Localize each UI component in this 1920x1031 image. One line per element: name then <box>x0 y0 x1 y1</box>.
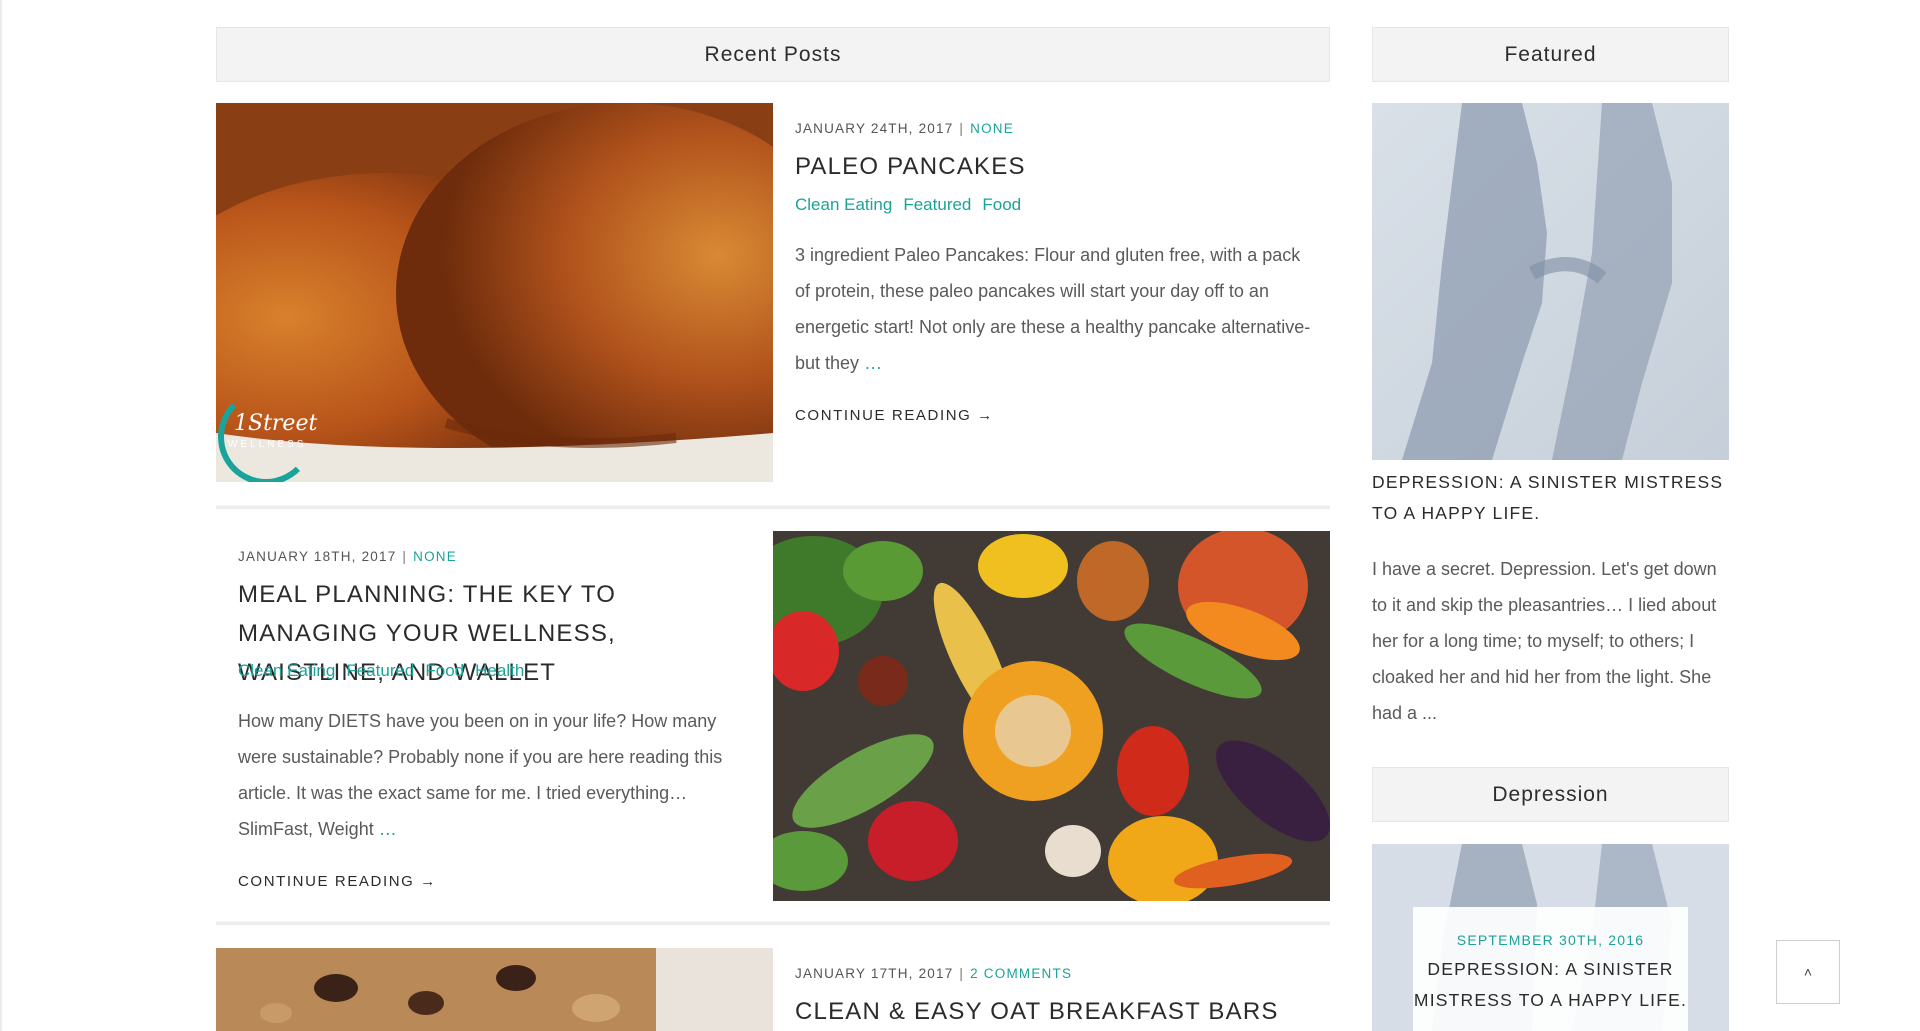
post-categories: Clean Eating Featured Food <box>795 195 1032 215</box>
featured-image[interactable] <box>1372 103 1729 460</box>
post-title-link[interactable]: CLEAN & EASY OAT BREAKFAST BARS <box>795 992 1315 1031</box>
depression-heading-text: Depression <box>1492 782 1609 806</box>
card-date: SEPTEMBER 30TH, 2016 <box>1456 932 1645 948</box>
logo-script-text: 1Street <box>234 411 318 436</box>
scroll-to-top-button[interactable]: ˄ <box>1776 940 1840 1004</box>
chevron-up-icon: ˄ <box>1803 964 1813 980</box>
post-image-oat-bars[interactable] <box>216 948 773 1031</box>
recent-posts-heading: Recent Posts <box>216 27 1330 82</box>
featured-heading: Featured <box>1372 27 1729 82</box>
read-more-link[interactable]: … <box>379 819 397 839</box>
post-title-link[interactable]: PALEO PANCAKES <box>795 147 1315 186</box>
meta-separator: | <box>402 549 408 564</box>
category-link[interactable]: Food <box>425 661 464 680</box>
category-link[interactable]: Featured <box>346 661 414 680</box>
post-date: JANUARY 17TH, 2017 <box>795 966 954 981</box>
post-meta-link[interactable]: NONE <box>970 121 1014 136</box>
meta-separator: | <box>959 121 965 136</box>
continue-reading-link[interactable]: CONTINUE READING → <box>795 407 994 424</box>
shadow-couple-photo <box>1372 103 1729 460</box>
page-edge-shadow <box>0 0 3 1031</box>
card-title[interactable]: DEPRESSION: A SINISTER MISTRESS TO A HAP… <box>1413 954 1688 1016</box>
excerpt-text: How many DIETS have you been on in your … <box>238 711 723 839</box>
post-image-meal-planning[interactable] <box>773 531 1330 901</box>
post-meta: JANUARY 17TH, 2017 | 2 COMMENTS <box>795 966 1072 981</box>
category-link[interactable]: Clean Eating <box>238 661 335 680</box>
post-meta-link[interactable]: NONE <box>413 549 457 564</box>
category-link[interactable]: Clean Eating <box>795 195 892 214</box>
oat-bars-photo <box>216 948 773 1031</box>
continue-reading-link[interactable]: CONTINUE READING → <box>238 873 437 890</box>
meta-separator: | <box>959 966 965 981</box>
featured-heading-text: Featured <box>1504 42 1597 66</box>
post-divider <box>216 921 1330 925</box>
post-excerpt: 3 ingredient Paleo Pancakes: Flour and g… <box>795 237 1315 381</box>
featured-excerpt: I have a secret. Depression. Let's get d… <box>1372 559 1717 723</box>
recent-posts-heading-text: Recent Posts <box>704 42 842 66</box>
depression-heading: Depression <box>1372 767 1729 822</box>
post-date: JANUARY 24TH, 2017 <box>795 121 954 136</box>
vegetables-photo <box>773 531 1330 901</box>
category-link[interactable]: Featured <box>903 195 971 214</box>
post-categories: Clean Eating Featured Food Health <box>238 661 535 681</box>
logo-sub-text: WELLNESS <box>228 439 307 450</box>
post-divider <box>216 505 1330 509</box>
depression-post-card[interactable]: SEPTEMBER 30TH, 2016 DEPRESSION: A SINIS… <box>1413 907 1688 1031</box>
featured-post-title-link[interactable]: DEPRESSION: A SINISTER MISTRESS TO A HAP… <box>1372 467 1729 529</box>
post-meta: JANUARY 18TH, 2017 | NONE <box>238 549 457 564</box>
category-link[interactable]: Health <box>475 661 524 680</box>
post-meta: JANUARY 24TH, 2017 | NONE <box>795 121 1014 136</box>
post-comments-link[interactable]: 2 COMMENTS <box>970 966 1072 981</box>
category-link[interactable]: Food <box>982 195 1021 214</box>
post-excerpt: How many DIETS have you been on in your … <box>238 703 758 847</box>
post-image-paleo-pancakes[interactable]: 1Street WELLNESS <box>216 103 773 482</box>
post-date: JANUARY 18TH, 2017 <box>238 549 397 564</box>
read-more-link[interactable]: … <box>864 353 882 373</box>
